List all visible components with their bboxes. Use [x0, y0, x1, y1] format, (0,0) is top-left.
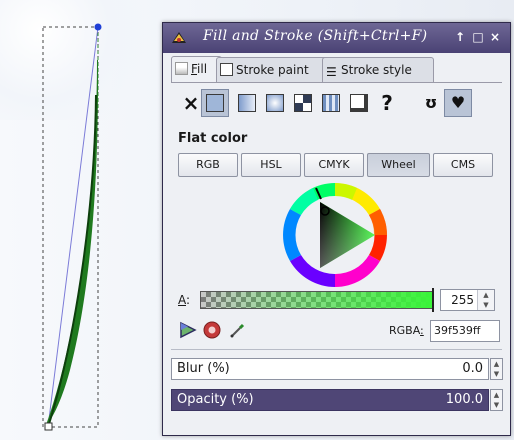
- maximize-button[interactable]: □: [471, 30, 485, 44]
- pattern-icon: [322, 94, 340, 112]
- evenodd-icon: ʊ: [424, 93, 438, 112]
- close-button[interactable]: ×: [488, 30, 502, 44]
- linear-gradient-button[interactable]: [233, 89, 261, 117]
- model-rgb-button[interactable]: RGB: [178, 153, 238, 177]
- pattern-button[interactable]: [317, 89, 345, 117]
- dialog-titlebar[interactable]: Fill and Stroke (Shift+Ctrl+F) ↑ □ ×: [163, 23, 510, 53]
- dialog-title: Fill and Stroke (Shift+Ctrl+F): [203, 28, 428, 44]
- blur-value: 0.0: [462, 361, 483, 376]
- alpha-label: A:: [178, 293, 191, 307]
- opacity-value: 100.0: [445, 392, 483, 407]
- tab-stroke-style[interactable]: ☰ Stroke style: [322, 57, 434, 82]
- tab-fill[interactable]: Fill: [171, 56, 222, 83]
- spin-down-icon[interactable]: ▼: [478, 300, 494, 310]
- stroke-paint-icon: [220, 63, 233, 76]
- radial-gradient-button[interactable]: [261, 89, 289, 117]
- swatch-button[interactable]: [345, 89, 373, 117]
- flat-color-label: Flat color: [178, 131, 248, 146]
- tab-pane-border: [171, 82, 502, 83]
- model-cmyk-button[interactable]: CMYK: [304, 153, 364, 177]
- nonzero-icon: ♥: [450, 93, 466, 112]
- radial-gradient-icon: [266, 94, 284, 112]
- section-divider: [171, 349, 502, 350]
- tab-fill-label: ill: [197, 62, 208, 76]
- model-cms-button[interactable]: CMS: [433, 153, 493, 177]
- spin-up-icon[interactable]: ▲: [478, 290, 494, 300]
- fill-rule-nonzero-button[interactable]: ♥: [444, 89, 472, 117]
- swatch-icon: [350, 94, 368, 112]
- color-managed-icon[interactable]: [178, 320, 198, 340]
- pin-button[interactable]: ↑: [453, 30, 467, 44]
- color-model-tabs: RGB HSL CMYK Wheel CMS: [178, 153, 493, 177]
- flat-color-icon: [206, 94, 224, 112]
- model-wheel-button[interactable]: Wheel: [367, 153, 430, 177]
- rgba-label: RGBA:: [389, 324, 424, 337]
- linear-gradient-icon: [238, 94, 256, 112]
- blur-label: Blur (%): [177, 361, 230, 376]
- opacity-label: Opacity (%): [177, 392, 254, 407]
- no-paint-icon: ×: [182, 91, 200, 115]
- node-handle-bottom: [44, 422, 53, 431]
- spin-up-icon[interactable]: ▲: [491, 390, 502, 400]
- tab-stroke-style-label: Stroke style: [341, 63, 412, 77]
- out-of-gamut-icon[interactable]: [202, 320, 222, 340]
- mesh-gradient-button[interactable]: [289, 89, 317, 117]
- alpha-spinbox[interactable]: 255 ▲ ▼: [440, 289, 495, 311]
- alpha-row: A: 255 ▲ ▼: [178, 288, 503, 312]
- opacity-spin-arrows[interactable]: ▲ ▼: [490, 389, 503, 411]
- color-wheel[interactable]: [279, 179, 391, 291]
- unset-paint-button[interactable]: ?: [373, 89, 401, 117]
- fill-icon: [175, 62, 188, 75]
- color-tools-row: RGBA: 39f539ff: [178, 320, 503, 344]
- canvas-drawing[interactable]: [0, 0, 162, 440]
- eyedropper-icon[interactable]: [228, 320, 248, 340]
- alpha-spin-arrows[interactable]: ▲ ▼: [477, 290, 494, 310]
- flat-color-button[interactable]: [201, 89, 229, 117]
- rgba-input[interactable]: 39f539ff: [430, 320, 500, 342]
- tab-stroke-paint[interactable]: Stroke paint: [216, 57, 328, 82]
- node-handle-top: [94, 23, 102, 31]
- unset-icon: ?: [381, 91, 393, 115]
- spin-down-icon[interactable]: ▼: [491, 369, 502, 379]
- model-hsl-button[interactable]: HSL: [241, 153, 301, 177]
- inkscape-icon: [172, 32, 186, 43]
- blur-spin-arrows[interactable]: ▲ ▼: [490, 358, 503, 380]
- spin-down-icon[interactable]: ▼: [491, 400, 502, 410]
- fill-rule-evenodd-button[interactable]: ʊ: [417, 89, 445, 117]
- opacity-field[interactable]: Opacity (%) 100.0: [171, 389, 489, 411]
- tab-stroke-paint-label: Stroke paint: [236, 63, 309, 77]
- stroke-style-icon: ☰: [326, 65, 337, 79]
- alpha-value: 255: [451, 293, 474, 307]
- mesh-gradient-icon: [294, 94, 312, 112]
- alpha-slider[interactable]: [200, 291, 433, 309]
- blur-field[interactable]: Blur (%) 0.0: [171, 358, 489, 380]
- fill-and-stroke-dialog: Fill and Stroke (Shift+Ctrl+F) ↑ □ × Fil…: [162, 22, 511, 436]
- alpha-slider-handle[interactable]: [432, 288, 434, 312]
- spin-up-icon[interactable]: ▲: [491, 359, 502, 369]
- green-stroke-path: [46, 60, 99, 425]
